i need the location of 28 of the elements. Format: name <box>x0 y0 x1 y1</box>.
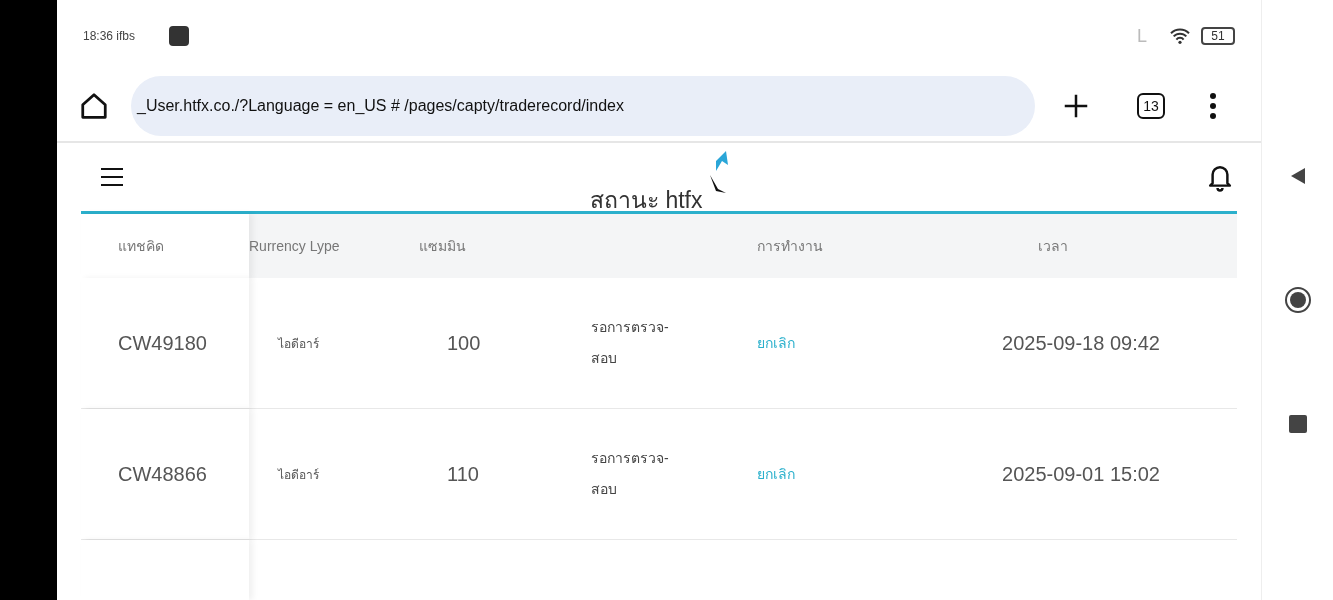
column-header: แทชคิด <box>118 236 164 256</box>
column-header: การทำงาน <box>757 236 823 256</box>
table-cell-text: CW48866 <box>118 462 207 487</box>
wifi-icon <box>1169 27 1191 45</box>
tab-count-button[interactable]: 13 <box>1137 92 1165 119</box>
url-field[interactable]: _User.htfx.co./?Language = en_US # /pages/capty/traderecord/index <box>131 75 1035 136</box>
status-text: รอการตรวจ- สอบ <box>591 449 670 499</box>
table-cell-text: 2025-09-18 09:42 <box>1002 331 1160 356</box>
app-notification-icon <box>169 26 190 46</box>
recents-nav-icon[interactable] <box>1287 414 1308 434</box>
table-cell: ไอดีอาร์ <box>278 337 319 351</box>
table-cell: ไอดีอาร์ <box>278 468 319 482</box>
menu-icon[interactable] <box>100 167 124 187</box>
table-cell: 100 <box>447 332 481 354</box>
signal-indicator: L <box>1137 24 1147 48</box>
home-icon <box>79 90 109 121</box>
battery-icon: 51 <box>1201 27 1235 45</box>
more-menu-icon[interactable] <box>1209 92 1217 119</box>
column-header: เวลา <box>1038 236 1068 256</box>
status-text: รอการตรวจ- สอบ <box>591 318 670 368</box>
table-cell-text: CW49180 <box>118 331 207 356</box>
page-title: สถานะ htfx <box>590 186 703 215</box>
table-cell: 110 <box>447 463 479 485</box>
column-header: Rurrency Lype <box>249 236 340 256</box>
column-header: แซมมิน <box>419 236 466 256</box>
status-time: 18:36 ifbs <box>83 28 136 45</box>
home-nav-icon[interactable] <box>1283 286 1312 314</box>
table-cell-text: 2025-09-01 15:02 <box>1002 462 1160 487</box>
